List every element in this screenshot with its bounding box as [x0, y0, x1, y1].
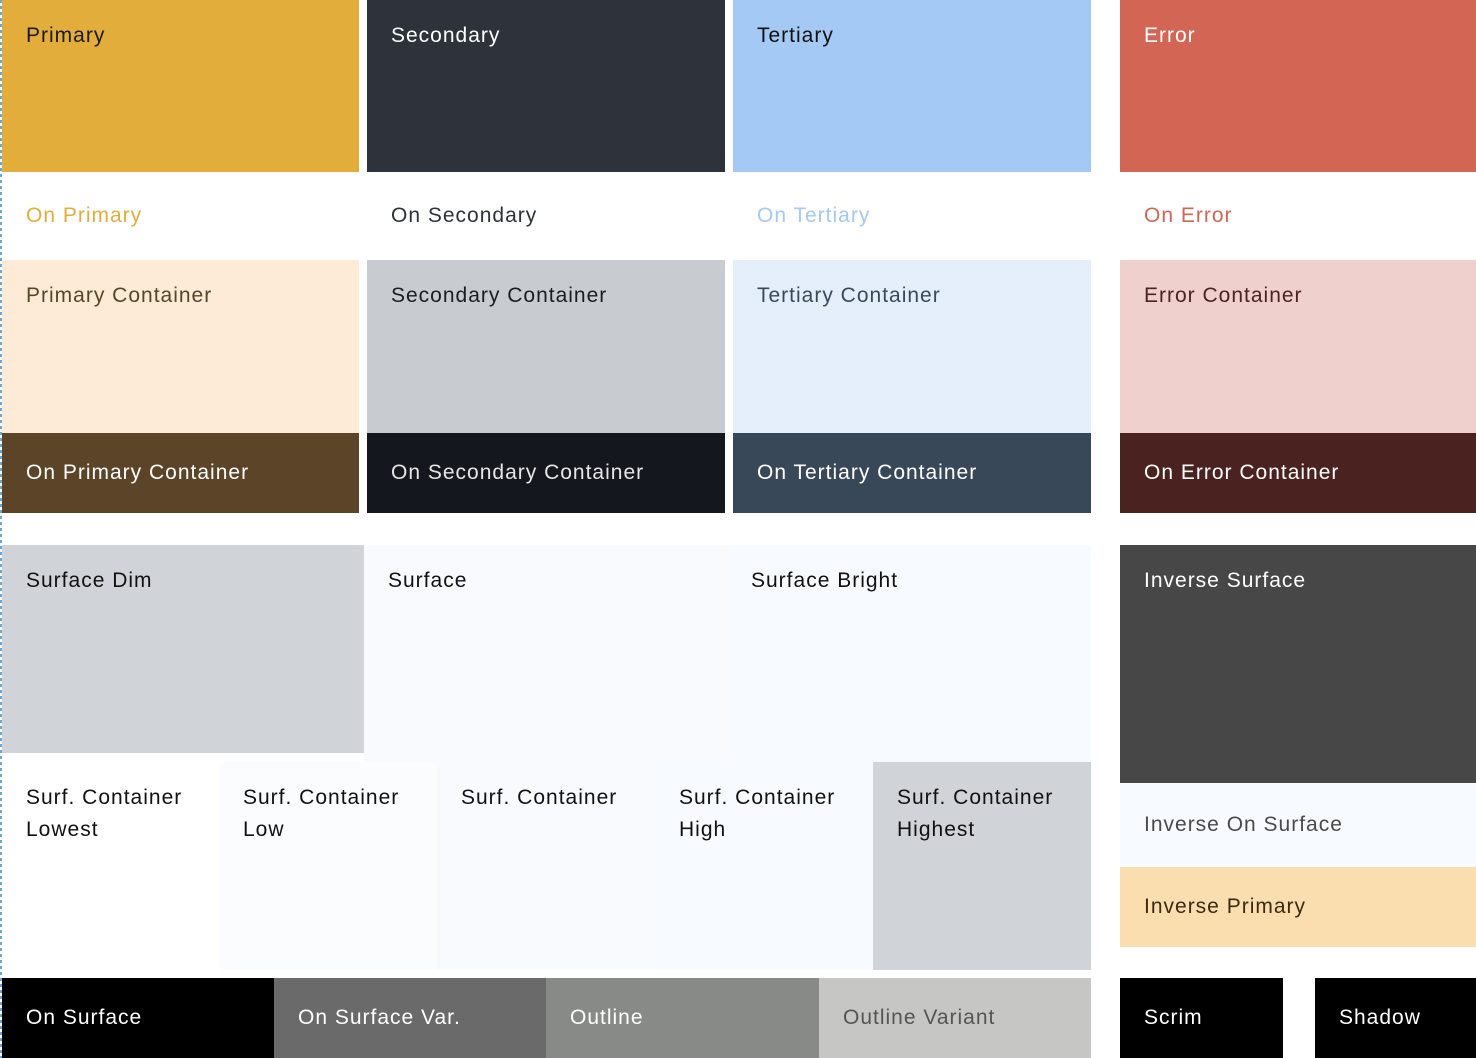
swatch-scrim[interactable]: Scrim — [1120, 978, 1283, 1058]
swatch-error[interactable]: Error — [1120, 0, 1476, 172]
swatch-primary[interactable]: Primary — [2, 0, 359, 172]
swatch-on-error[interactable]: On Error — [1120, 172, 1476, 260]
swatch-on-error-container[interactable]: On Error Container — [1120, 433, 1476, 513]
swatch-primary-container[interactable]: Primary Container — [2, 260, 359, 433]
swatch-surface[interactable]: Surface — [364, 545, 727, 762]
swatch-surf-container-lowest[interactable]: Surf. Container Lowest — [2, 762, 219, 970]
swatch-outline[interactable]: Outline — [546, 978, 819, 1058]
swatch-outline-variant[interactable]: Outline Variant — [819, 978, 1091, 1058]
swatch-secondary[interactable]: Secondary — [367, 0, 725, 172]
swatch-surf-container-high[interactable]: Surf. Container High — [655, 762, 873, 970]
swatch-on-secondary[interactable]: On Secondary — [367, 172, 725, 260]
swatch-secondary-container[interactable]: Secondary Container — [367, 260, 725, 433]
swatch-shadow[interactable]: Shadow — [1315, 978, 1476, 1058]
swatch-on-tertiary[interactable]: On Tertiary — [733, 172, 1091, 260]
swatch-on-secondary-container[interactable]: On Secondary Container — [367, 433, 725, 513]
swatch-surface-bright[interactable]: Surface Bright — [727, 545, 1091, 762]
swatch-tertiary-container[interactable]: Tertiary Container — [733, 260, 1091, 433]
swatch-inverse-primary[interactable]: Inverse Primary — [1120, 867, 1476, 947]
swatch-on-surface[interactable]: On Surface — [2, 978, 274, 1058]
swatch-inverse-surface[interactable]: Inverse Surface — [1120, 545, 1476, 783]
swatch-on-tertiary-container[interactable]: On Tertiary Container — [733, 433, 1091, 513]
swatch-surface-dim[interactable]: Surface Dim — [2, 545, 364, 753]
swatch-error-container[interactable]: Error Container — [1120, 260, 1476, 433]
swatch-surf-container[interactable]: Surf. Container — [437, 762, 655, 970]
swatch-on-primary[interactable]: On Primary — [2, 172, 359, 260]
swatch-surf-container-low[interactable]: Surf. Container Low — [219, 762, 437, 970]
swatch-on-primary-container[interactable]: On Primary Container — [2, 433, 359, 513]
swatch-tertiary[interactable]: Tertiary — [733, 0, 1091, 172]
swatch-surf-container-highest[interactable]: Surf. Container Highest — [873, 762, 1091, 970]
swatch-inverse-on-surface[interactable]: Inverse On Surface — [1120, 783, 1476, 867]
swatch-on-surface-var[interactable]: On Surface Var. — [274, 978, 546, 1058]
